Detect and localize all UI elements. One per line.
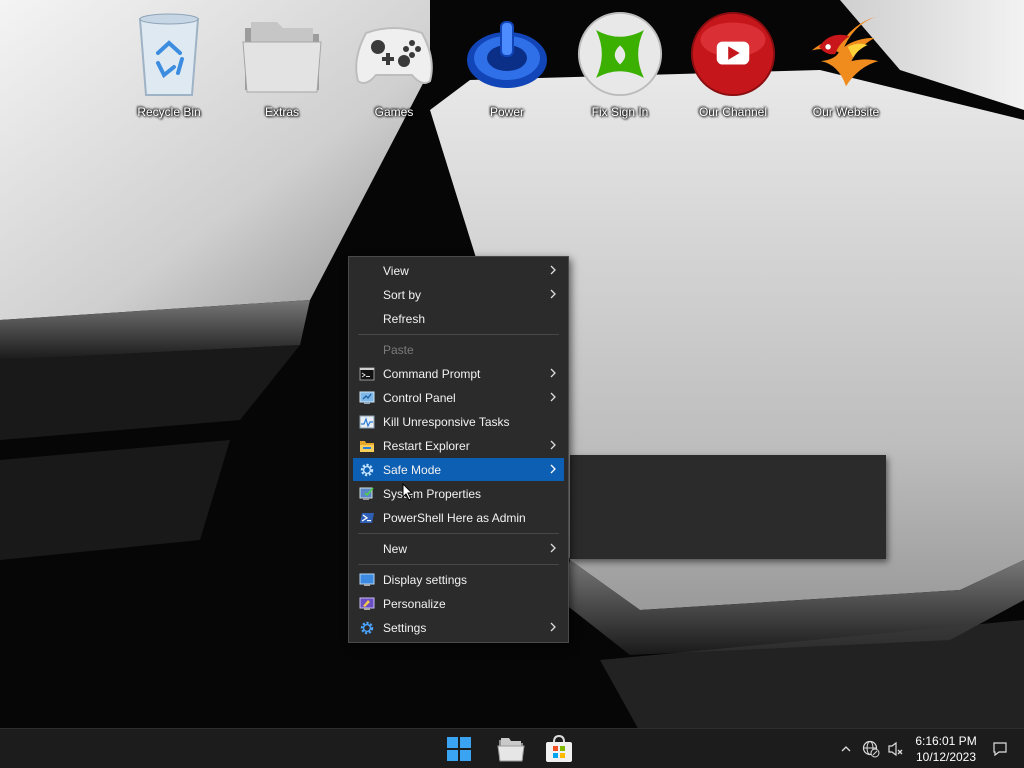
chevron-up-icon xyxy=(841,746,851,752)
desktop-icon-label: Fix Sign In xyxy=(591,105,649,119)
youtube-icon xyxy=(690,11,776,97)
volume-button[interactable] xyxy=(886,739,906,759)
clock-date: 10/12/2023 xyxy=(915,750,977,764)
desktop-icon-label: Our Channel xyxy=(698,105,768,119)
desktop-icon-extras[interactable]: Extras xyxy=(232,6,332,126)
desktop-icon-our-channel[interactable]: Our Channel xyxy=(683,6,783,126)
chevron-right-icon xyxy=(550,289,556,299)
desktop-icon-games[interactable]: Games xyxy=(344,6,444,126)
display-icon xyxy=(359,573,375,586)
menu-item-label: System Properties xyxy=(383,487,482,501)
folder-icon xyxy=(497,738,525,762)
store-bag-icon xyxy=(546,734,572,762)
menu-item-system-properties[interactable]: System Properties xyxy=(353,482,564,505)
menu-item-refresh[interactable]: Refresh xyxy=(353,307,564,330)
windows-logo-icon xyxy=(447,737,471,761)
desktop-icon-our-website[interactable]: Our Website xyxy=(796,6,896,126)
menu-item-label: View xyxy=(383,264,409,278)
desktop-icon-label: Extras xyxy=(264,105,299,119)
menu-separator xyxy=(358,334,559,335)
menu-item-label: New xyxy=(383,542,408,556)
task-monitor-icon xyxy=(359,415,375,429)
menu-item-label: Paste xyxy=(383,343,414,357)
menu-item-label: Refresh xyxy=(383,312,426,326)
file-explorer-button[interactable] xyxy=(495,733,527,765)
chevron-right-icon xyxy=(550,440,556,450)
system-properties-icon xyxy=(359,487,374,500)
notification-center-button[interactable] xyxy=(990,739,1010,759)
menu-item-control-panel[interactable]: Control Panel xyxy=(353,386,564,409)
recycle-bin-icon xyxy=(138,13,200,96)
microsoft-store-button[interactable] xyxy=(543,733,575,765)
network-button[interactable] xyxy=(861,739,881,759)
folder-icon xyxy=(242,22,322,93)
desktop-icon-label: Recycle Bin xyxy=(137,105,201,119)
desktop-context-menu: View Sort by Refresh Paste Command Promp… xyxy=(348,256,569,643)
menu-item-label: Sort by xyxy=(383,288,422,302)
menu-item-kill-unresponsive-tasks[interactable]: Kill Unresponsive Tasks xyxy=(353,410,564,433)
menu-item-label: Kill Unresponsive Tasks xyxy=(383,415,510,429)
clock[interactable]: 6:16:01 PM 10/12/2023 xyxy=(908,733,984,765)
desktop-icon-recycle-bin[interactable]: Recycle Bin xyxy=(119,6,219,126)
menu-item-label: Display settings xyxy=(383,573,468,587)
menu-item-label: PowerShell Here as Admin xyxy=(383,511,526,525)
menu-item-label: Command Prompt xyxy=(383,367,481,381)
menu-item-settings[interactable]: Settings xyxy=(353,616,564,639)
gear-icon xyxy=(360,463,374,477)
safe-mode-submenu[interactable] xyxy=(570,455,886,559)
menu-separator xyxy=(358,564,559,565)
menu-item-powershell-admin[interactable]: PowerShell Here as Admin xyxy=(353,506,564,529)
menu-item-label: Restart Explorer xyxy=(383,439,470,453)
chevron-right-icon xyxy=(550,622,556,632)
chevron-right-icon xyxy=(550,368,556,378)
folder-icon xyxy=(360,441,374,452)
start-button[interactable] xyxy=(443,733,475,765)
clock-time: 6:16:01 PM xyxy=(915,734,977,748)
menu-item-new[interactable]: New xyxy=(353,537,564,560)
gear-icon xyxy=(360,621,374,635)
game-controller-icon xyxy=(355,27,433,84)
menu-item-view[interactable]: View xyxy=(353,259,564,282)
desktop-icon-label: Power xyxy=(489,105,524,119)
chevron-right-icon xyxy=(550,392,556,402)
phoenix-logo-icon xyxy=(811,14,884,87)
desktop-icon-label: Games xyxy=(374,105,414,119)
menu-item-label: Personalize xyxy=(383,597,446,611)
chevron-right-icon xyxy=(550,265,556,275)
cmd-icon xyxy=(359,367,375,381)
chevron-right-icon xyxy=(550,543,556,553)
menu-separator xyxy=(358,533,559,534)
chevron-right-icon xyxy=(550,464,556,474)
tray-overflow-button[interactable] xyxy=(836,739,856,759)
power-icon xyxy=(467,21,547,88)
menu-item-restart-explorer[interactable]: Restart Explorer xyxy=(353,434,564,457)
personalize-icon xyxy=(359,597,375,610)
menu-item-label: Settings xyxy=(383,621,427,635)
notification-icon xyxy=(993,742,1007,757)
menu-item-label: Safe Mode xyxy=(383,463,442,477)
control-panel-icon xyxy=(359,391,375,404)
menu-item-command-prompt[interactable]: Command Prompt xyxy=(353,362,564,385)
desktop-icon-fix-sign-in[interactable]: Fix Sign In xyxy=(570,6,670,126)
desktop-icon-label: Our Website xyxy=(812,105,880,119)
speaker-muted-icon xyxy=(888,741,903,757)
menu-item-paste: Paste xyxy=(353,338,564,361)
menu-item-personalize[interactable]: Personalize xyxy=(353,592,564,615)
taskbar: 6:16:01 PM 10/12/2023 xyxy=(0,728,1024,768)
menu-item-sort-by[interactable]: Sort by xyxy=(353,283,564,306)
xbox-icon xyxy=(577,11,663,97)
menu-item-display-settings[interactable]: Display settings xyxy=(353,568,564,591)
menu-item-safe-mode[interactable]: Safe Mode xyxy=(353,458,564,481)
menu-item-label: Control Panel xyxy=(383,391,456,405)
desktop-icon-power[interactable]: Power xyxy=(457,6,557,126)
powershell-icon xyxy=(360,513,374,523)
globe-no-internet-icon xyxy=(862,740,880,758)
mouse-cursor-icon xyxy=(402,483,414,501)
